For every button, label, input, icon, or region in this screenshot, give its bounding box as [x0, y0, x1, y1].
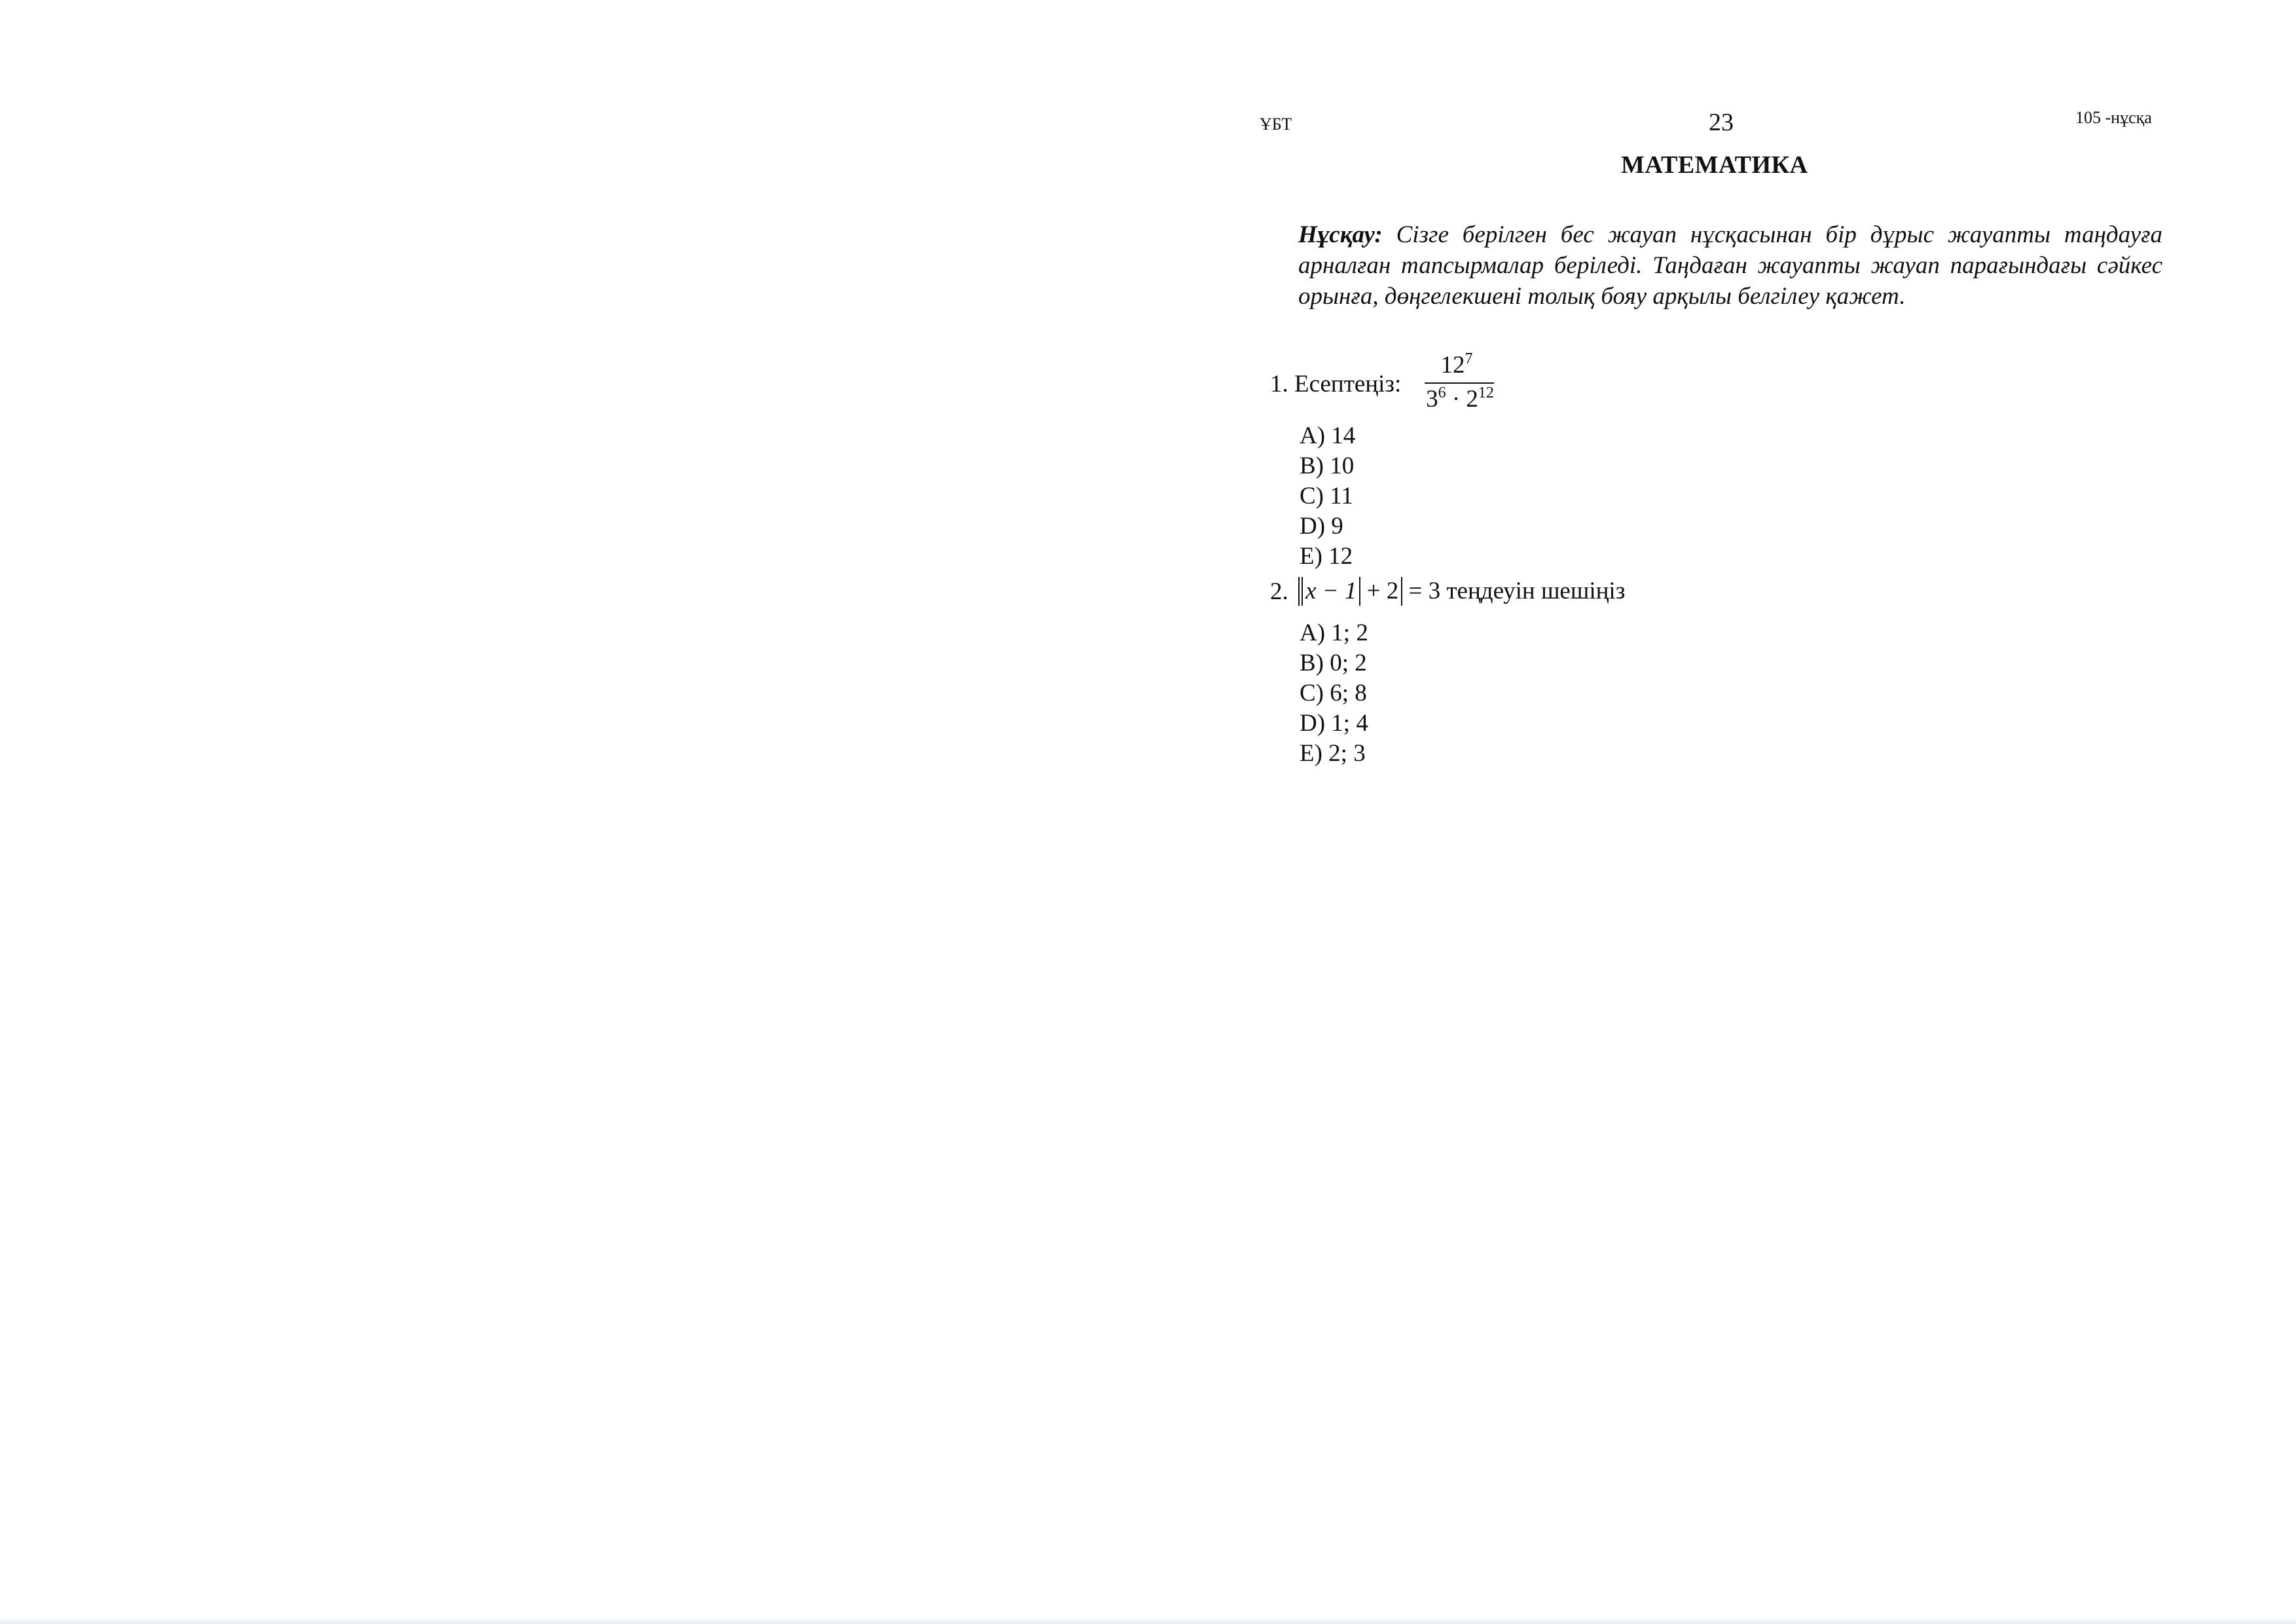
question-2-option-b: B) 0; 2 — [1300, 650, 1367, 676]
instruction-label: Нұсқау: — [1298, 221, 1383, 248]
question-2-option-c: C) 6; 8 — [1300, 680, 1367, 707]
question-2-number: 2. — [1270, 578, 1288, 605]
question-1-option-c: C) 11 — [1300, 483, 1353, 509]
instruction-paragraph: Нұсқау: Сізге берілген бес жауап нұсқасы… — [1298, 219, 2162, 312]
question-2-option-a: A) 1; 2 — [1300, 619, 1368, 646]
scan-edge — [0, 1617, 2296, 1624]
header-exam-name: ҰБТ — [1260, 115, 1292, 134]
fraction-bar — [1425, 382, 1494, 384]
question-1-option-a: A) 14 — [1300, 422, 1356, 449]
instruction-text: Сізге берілген бес жауап нұсқасынан бір … — [1298, 221, 2163, 310]
page-title: МАТЕМАТИКА — [1621, 151, 1808, 179]
question-1-option-e: E) 12 — [1300, 543, 1353, 570]
question-2-suffix: теңдеуін шешіңіз — [1446, 578, 1626, 604]
question-2-option-d: D) 1; 4 — [1300, 710, 1368, 737]
page-number: 23 — [1709, 109, 1734, 136]
variant-label: 105 -нұсқа — [2075, 108, 2152, 127]
exam-page: ҰБТ 23 105 -нұсқа МАТЕМАТИКА Нұсқау: Сіз… — [0, 0, 2296, 1624]
fraction-numerator: 127 — [1440, 350, 1473, 378]
question-2-option-e: E) 2; 3 — [1300, 740, 1366, 767]
question-1-prompt: 1. Есептеңіз: — [1270, 371, 1402, 397]
question-1-option-d: D) 9 — [1300, 513, 1343, 540]
question-1-option-b: B) 10 — [1300, 452, 1355, 479]
question-2-equation: x − 1 + 2 = 3 теңдеуін шешіңіз — [1298, 577, 1625, 606]
fraction-denominator: 36 · 212 — [1426, 384, 1494, 413]
